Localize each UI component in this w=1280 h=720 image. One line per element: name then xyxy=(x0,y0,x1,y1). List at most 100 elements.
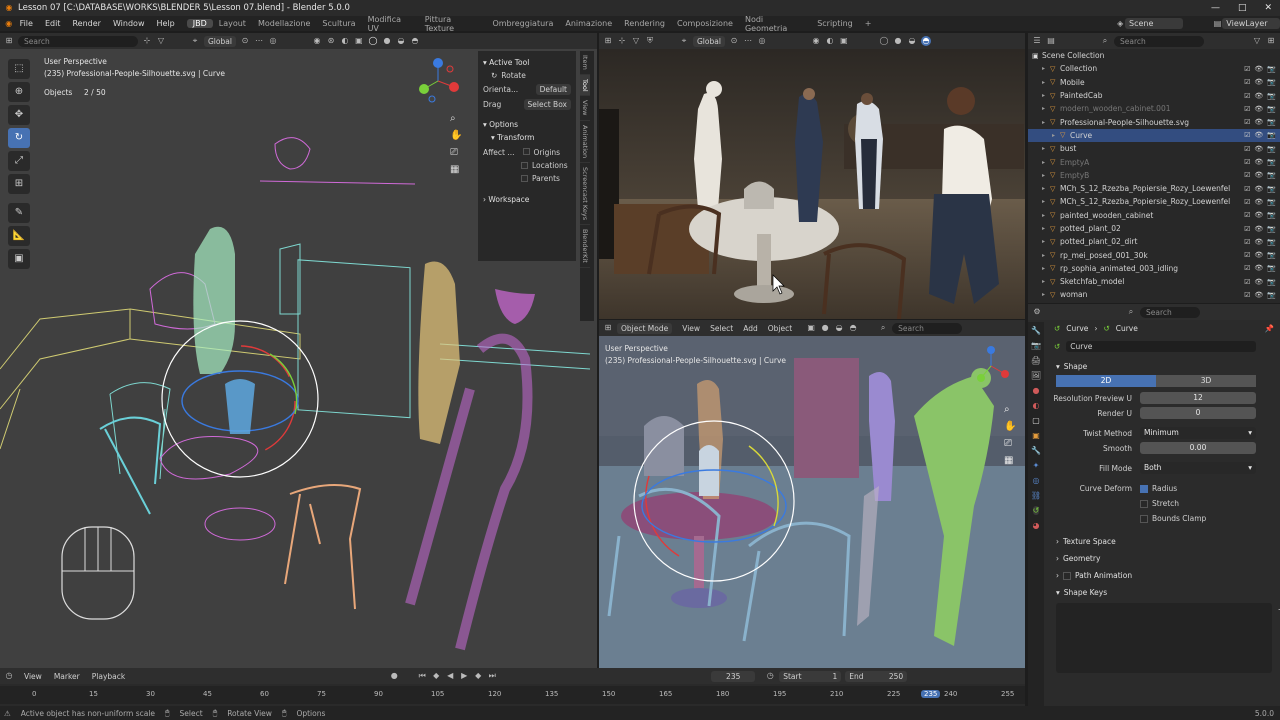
jump-end-icon[interactable]: ⏭ xyxy=(487,671,497,681)
xray-icon[interactable]: ▣ xyxy=(354,36,364,46)
visibility-icon[interactable]: ◉ xyxy=(312,36,322,46)
xray-icon[interactable]: ▣ xyxy=(839,36,849,46)
active-tool-row[interactable]: ↻ Rotate xyxy=(483,71,571,80)
eye-icon[interactable]: 👁 xyxy=(1254,105,1263,113)
properties-search-input[interactable]: Search xyxy=(1140,306,1200,318)
viewport-search-input[interactable]: Search xyxy=(892,322,963,334)
camera-icon[interactable]: 📷 xyxy=(1267,278,1276,286)
orientation-dropdown[interactable]: Global xyxy=(693,35,725,47)
menu-render[interactable]: Render xyxy=(66,19,106,28)
path-animation-panel-header[interactable]: › Path Animation xyxy=(1048,567,1280,584)
funnel-icon[interactable]: ▽ xyxy=(631,36,641,46)
outliner-row[interactable]: ▸ ▽ Collection ☑ 👁 📷 xyxy=(1028,62,1280,75)
workspace-tab-scultura[interactable]: Scultura xyxy=(316,19,361,28)
checkbox-icon[interactable]: ☑ xyxy=(1244,158,1250,166)
outliner-row[interactable]: ▸ ▽ MCh_S_12_Rzezba_Popiersie_Rozy_Loewenf… xyxy=(1028,195,1280,208)
cursor-icon[interactable]: ⊹ xyxy=(617,36,627,46)
scene-tab-icon[interactable]: ● xyxy=(1033,386,1040,395)
twist-method-select[interactable]: Minimum ▾ xyxy=(1140,427,1256,439)
menu-add[interactable]: Add xyxy=(743,324,758,333)
expand-arrow-icon[interactable]: ▸ xyxy=(1042,198,1050,205)
rotate-tool-icon[interactable]: ↻ xyxy=(8,128,30,148)
pivot-icon[interactable]: ⊙ xyxy=(729,36,739,46)
checkbox-icon[interactable]: ☑ xyxy=(1244,105,1250,113)
timeline-menu-view[interactable]: View xyxy=(24,672,42,681)
timeline-menu-playback[interactable]: Playback xyxy=(92,672,125,681)
camera-icon[interactable]: 📷 xyxy=(1267,291,1276,299)
eye-icon[interactable]: 👁 xyxy=(1254,92,1263,100)
solid-viewport[interactable]: ⊞ Object Mode View Select Add Object ▣ ●… xyxy=(599,320,1025,668)
outliner-row[interactable]: ▸ ▽ EmptyA ☑ 👁 📷 xyxy=(1028,155,1280,168)
funnel-icon[interactable]: ▽ xyxy=(156,36,166,46)
zoom-icon[interactable]: ⌕ xyxy=(450,113,462,124)
outliner-row[interactable]: ▸ ▽ potted_plant_02_dirt ☑ 👁 📷 xyxy=(1028,235,1280,248)
menu-select[interactable]: Select xyxy=(710,324,733,333)
rendered-shading-icon[interactable]: ◓ xyxy=(848,323,858,333)
blender-menu-icon[interactable]: ◉ xyxy=(4,19,14,29)
end-frame-field[interactable]: End 250 xyxy=(845,670,908,682)
workspace-tab-layout[interactable]: Layout xyxy=(213,19,252,28)
sidebar-tab-view[interactable]: View xyxy=(580,96,590,121)
prev-keyframe-icon[interactable]: ◆ xyxy=(431,671,441,681)
eye-icon[interactable]: 👁 xyxy=(1254,291,1263,299)
expand-arrow-icon[interactable]: ▸ xyxy=(1042,185,1050,192)
checkbox-icon[interactable]: ☑ xyxy=(1244,145,1250,153)
measure-tool-icon[interactable]: 📐 xyxy=(8,226,30,246)
minimize-button[interactable]: — xyxy=(1211,3,1220,13)
expand-arrow-icon[interactable]: ▸ xyxy=(1042,65,1050,72)
material-tab-icon[interactable]: ◕ xyxy=(1033,521,1040,530)
jump-start-icon[interactable]: ⏮ xyxy=(417,671,427,681)
pin-icon[interactable]: 📌 xyxy=(1265,324,1274,333)
expand-arrow-icon[interactable]: ▸ xyxy=(1042,225,1050,232)
eye-icon[interactable]: 👁 xyxy=(1254,264,1263,272)
record-icon[interactable]: ● xyxy=(389,671,399,681)
checkbox-icon[interactable]: ☑ xyxy=(1244,171,1250,179)
camera-icon[interactable]: 📷 xyxy=(1267,158,1276,166)
visibility-icon[interactable]: ◉ xyxy=(811,36,821,46)
move-tool-icon[interactable]: ✥ xyxy=(8,105,30,125)
solid-shading-icon[interactable]: ● xyxy=(382,36,392,46)
camera-icon[interactable]: 📷 xyxy=(1267,185,1276,193)
editor-type-icon[interactable]: ⊞ xyxy=(603,36,613,46)
workspace-tab-scripting[interactable]: Scripting xyxy=(811,19,859,28)
workspace-tab-pittura-texture[interactable]: Pittura Texture xyxy=(419,15,487,33)
view-layer-tab-icon[interactable]: 🖼 xyxy=(1031,371,1041,380)
play-reverse-icon[interactable]: ◀ xyxy=(445,671,455,681)
timeline-menu-marker[interactable]: Marker xyxy=(54,672,80,681)
eye-icon[interactable]: 👁 xyxy=(1254,78,1263,86)
camera-icon[interactable]: 📷 xyxy=(1267,145,1276,153)
expand-arrow-icon[interactable]: ▸ xyxy=(1042,278,1050,285)
proportional-icon[interactable]: ◎ xyxy=(268,36,278,46)
solid-shading-icon[interactable]: ● xyxy=(893,36,903,46)
sidebar-tab-item[interactable]: Item xyxy=(580,51,590,75)
camera-icon[interactable]: 📷 xyxy=(1267,225,1276,233)
checkbox-icon[interactable]: ☑ xyxy=(1244,238,1250,246)
camera-icon[interactable]: 📷 xyxy=(1267,118,1276,126)
checkbox-icon[interactable]: ☑ xyxy=(1244,78,1250,86)
outliner-row[interactable]: ▸ ▽ Curve ☑ 👁 📷 xyxy=(1028,128,1280,143)
outliner-row[interactable]: ▸ ▽ Professional-People-Silhouette.svg ☑ 👁 📷 xyxy=(1028,115,1280,128)
data-tab-icon[interactable]: ↺ xyxy=(1032,506,1040,515)
checkbox-icon[interactable]: ☑ xyxy=(1244,198,1250,206)
eye-icon[interactable]: 👁 xyxy=(1254,198,1263,206)
datablock-name-field[interactable]: Curve xyxy=(1066,341,1257,352)
editor-type-icon[interactable]: ⊞ xyxy=(603,323,613,333)
orientation-select[interactable]: Default xyxy=(535,84,571,95)
camera-icon[interactable]: 📷 xyxy=(1267,105,1276,113)
bounds-clamp-checkbox[interactable]: Bounds Clamp xyxy=(1140,514,1206,523)
transform-header[interactable]: ▾ Transform xyxy=(483,133,571,142)
editor-type-icon[interactable]: ⚙ xyxy=(1032,307,1042,317)
frame-ruler[interactable]: 0 15 30 45 60 75 90 105 120 135 150 165 180 195 210 225… xyxy=(0,686,1025,704)
smooth-field[interactable]: 0.00 xyxy=(1140,442,1256,454)
select-tool-icon[interactable]: ⬚ xyxy=(8,59,30,79)
mode-dropdown[interactable]: Object Mode xyxy=(617,322,673,334)
snap-icon[interactable]: ⋯ xyxy=(743,36,753,46)
left-3d-viewport[interactable]: ⊞ Search ⊹ ▽ ⌖ Global ⊙ ⋯ ◎ ◉ ⊛ ◐ ▣ ◯ ● … xyxy=(0,33,597,668)
active-tool-header[interactable]: ▾ Active Tool xyxy=(483,58,571,67)
expand-arrow-icon[interactable]: ▸ xyxy=(1042,79,1050,86)
eye-icon[interactable]: 👁 xyxy=(1254,278,1263,286)
eye-icon[interactable]: 👁 xyxy=(1254,131,1263,139)
checkbox-icon[interactable]: ☑ xyxy=(1244,185,1250,193)
workspace-tab-modellazione[interactable]: Modellazione xyxy=(252,19,316,28)
shading-toggles-icon[interactable]: ▣ xyxy=(806,323,816,333)
